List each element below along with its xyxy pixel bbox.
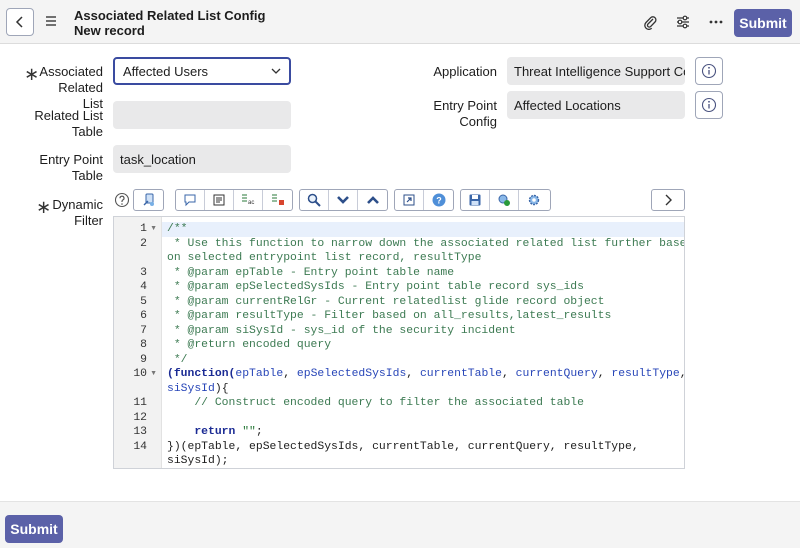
chevron-down-icon [337,196,349,204]
script-check-button[interactable] [490,190,519,210]
fullscreen-button[interactable] [395,190,424,210]
fold-arrow-icon[interactable]: ▼ [150,367,157,382]
code-line: return ""; [194,426,263,438]
active-line-highlight [162,222,684,237]
replace-all-icon [271,194,284,205]
script-debugger-button[interactable] [519,190,548,210]
search-icon [307,193,321,207]
entry-point-table-field: task_location [113,145,291,173]
entry-point-table-label: Entry Point Table [39,152,103,183]
code-line: siSysId){ [167,382,229,395]
code-line: // Construct encoded query to filter the… [167,397,584,409]
chevron-down-icon [271,68,281,74]
floppy-disk-icon [469,194,481,206]
format-icon [213,194,225,206]
script-editor[interactable]: 1 ▼ 2 3 4 5 6 7 8 9 10 ▼ 11 12 13 14 /** *… [113,216,685,469]
code-line: /** [167,223,188,235]
code-line: * @param siSysId - sys_id of the securit… [167,324,516,337]
submit-button-top[interactable]: Submit [734,9,792,37]
toggle-syntax-button[interactable] [134,190,163,210]
expand-panel-button[interactable] [652,190,684,210]
script-help-button[interactable]: ? [424,190,453,210]
code-line: * @return encoded query [167,339,332,351]
more-options-button[interactable] [706,12,726,32]
sliders-icon [677,15,689,29]
help-icon[interactable] [114,192,130,208]
page-title: Associated Related List Config [74,8,266,23]
code-line: * @param currentRelGr - Current relatedl… [167,295,605,308]
code-line: on selected entrypoint list record, resu… [167,252,482,264]
form-footer [0,501,800,548]
application-info-button[interactable] [695,57,723,85]
back-button[interactable] [6,8,34,36]
expand-icon [403,194,415,206]
line-number-gutter: 1 ▼ 2 3 4 5 6 7 8 9 10 ▼ 11 12 13 14 [114,217,162,468]
code-line: */ [167,353,188,366]
required-marker: ∗ [24,64,40,84]
search-button[interactable] [300,190,329,210]
replace-all-button[interactable] [263,190,292,210]
gear-check-icon [498,194,510,206]
code-line: (function(epTable, epSelectedSysIds, cur… [167,368,684,380]
related-list-table-field [113,101,291,129]
personalize-form-button[interactable] [673,12,693,32]
svg-text:ac: ac [248,200,254,206]
form-header: Associated Related List Config New recor… [0,0,800,44]
script-debug-icon [143,193,154,206]
application-label: Application [433,64,497,79]
info-icon [701,63,717,79]
entry-point-config-label: Entry Point Config [433,98,497,129]
replace-button[interactable]: ac [234,190,263,210]
format-code-button[interactable] [205,190,234,210]
comment-icon [184,194,196,207]
page-subtitle: New record [74,23,145,38]
info-icon [701,97,717,113]
chevron-left-icon [15,16,23,28]
find-next-button[interactable] [329,190,358,210]
code-line: * @param epTable - Entry point table nam… [167,266,455,279]
entry-point-config-field: Affected Locations [507,91,685,119]
application-field: Threat Intelligence Support Cc [507,57,685,85]
toolbar-group-tools [460,189,551,211]
entry-point-config-info-button[interactable] [695,91,723,119]
save-button[interactable] [461,190,490,210]
attachment-button[interactable] [640,12,660,32]
replace-text-icon: ac [242,194,254,206]
toolbar-group-view: ? [394,189,454,211]
fold-arrow-icon[interactable]: ▼ [150,222,157,237]
gear-icon [528,194,539,206]
related-list-table-label: Related List Table [34,108,103,139]
comment-button[interactable] [176,190,205,210]
toolbar-group-expand [651,189,685,211]
code-line: * Use this function to narrow down the a… [167,237,685,250]
associated-related-list-select[interactable]: Affected Users [113,57,291,85]
code-area[interactable]: /** * Use this function to narrow down t… [162,217,684,468]
ellipsis-icon [709,20,723,24]
submit-button-bottom[interactable]: Submit [5,515,63,543]
paperclip-icon [644,16,657,30]
chevron-right-icon [665,194,672,206]
toolbar-group-search [299,189,388,211]
code-line: * @param resultType - Filter based on al… [167,310,612,322]
hamburger-menu-icon[interactable] [44,14,58,28]
associated-related-list-label: Associated Related List [39,64,103,111]
dynamic-filter-label: Dynamic Filter [52,197,103,228]
code-line: siSysId); [167,455,229,467]
toolbar-group-edit: ac [175,189,293,211]
find-previous-button[interactable] [358,190,387,210]
code-line: })(epTable, epSelectedSysIds, currentTab… [167,440,639,453]
toolbar-group-script [133,189,164,211]
chevron-up-icon [366,196,379,204]
help-circle-icon: ? [432,193,445,207]
code-line: * @param epSelectedSysIds - Entry point … [167,281,584,293]
svg-text:?: ? [436,196,442,206]
